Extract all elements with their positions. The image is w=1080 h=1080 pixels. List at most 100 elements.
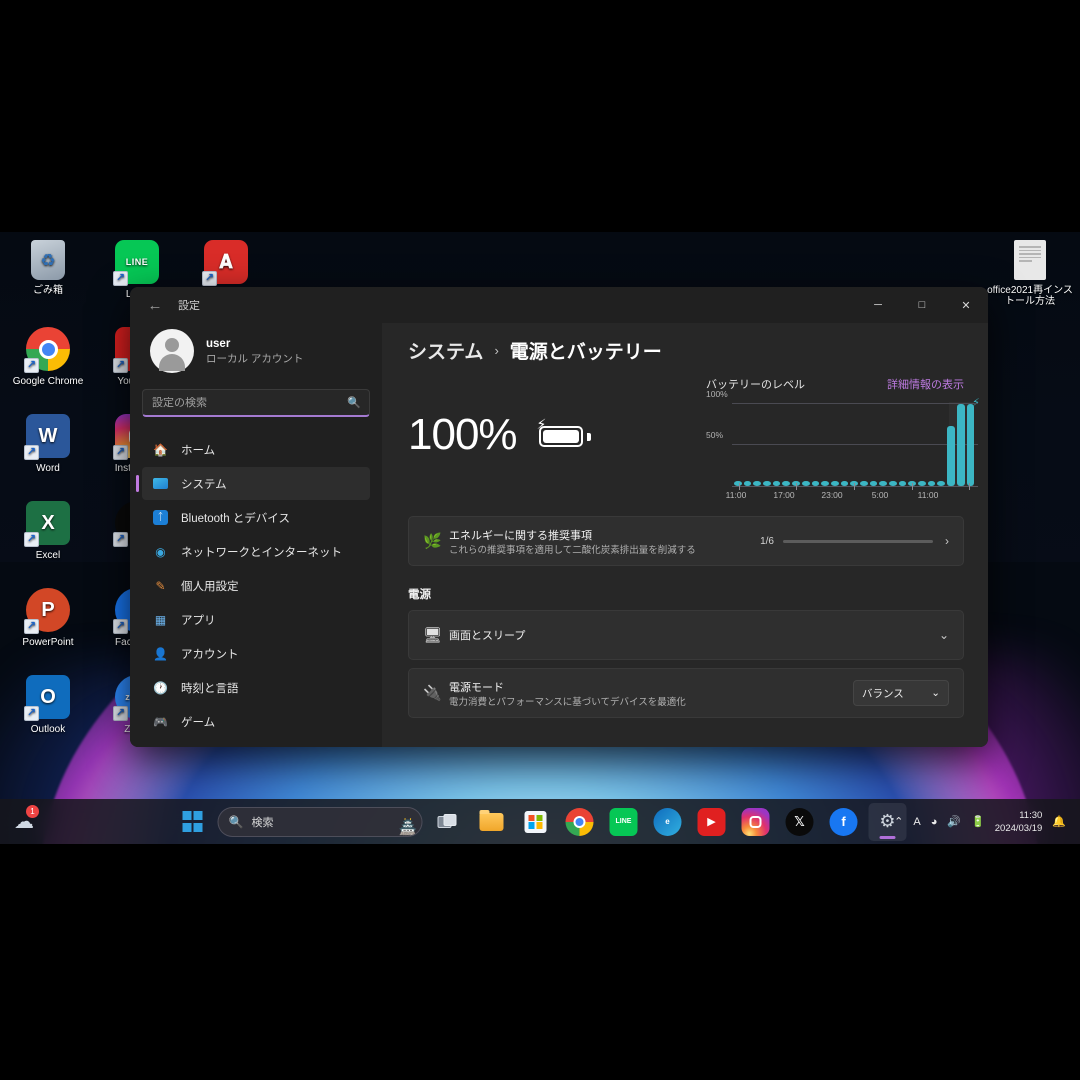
- taskbar-search-box[interactable]: 🔍 検索 🏯: [217, 806, 423, 837]
- screen-sleep-title: 画面とスリープ: [449, 630, 526, 642]
- sidebar-item-personalization[interactable]: ✎ 個人用設定: [142, 569, 370, 602]
- window-title: 設定: [178, 300, 200, 312]
- power-mode-row[interactable]: 🔌 電源モード 電力消費とパフォーマンスに基づいてデバイスを最適化 バランス ⌄: [408, 668, 964, 718]
- desktop-icon-office2021-doc[interactable]: office2021再インストール方法: [984, 240, 1076, 307]
- task-view-icon: [437, 813, 458, 830]
- start-button[interactable]: [174, 803, 212, 841]
- shortcut-overlay-icon: ↗: [24, 445, 39, 460]
- sidebar-item-system[interactable]: システム: [136, 467, 370, 500]
- bluetooth-icon: ᛏ: [152, 509, 169, 526]
- sidebar-item-home[interactable]: 🏠 ホーム: [142, 433, 370, 466]
- power-section-title: 電源: [408, 589, 431, 601]
- clock-date: 2024/03/19: [994, 822, 1043, 834]
- energy-recommendations-card[interactable]: 🌿 エネルギーに関する推奨事項 これらの推奨事項を適用して二酸化炭素排出量を削減…: [408, 516, 964, 566]
- close-button[interactable]: ✕: [944, 287, 988, 323]
- screen-and-sleep-row[interactable]: 🖥 画面とスリープ ⌄: [408, 610, 964, 660]
- taskbar-item-file-explorer[interactable]: [473, 803, 511, 841]
- shortcut-overlay-icon: ↗: [113, 706, 128, 721]
- window-titlebar[interactable]: ← 設定 ─ □ ✕: [130, 287, 988, 323]
- excel-icon: X ↗: [24, 501, 70, 547]
- shortcut-overlay-icon: ↗: [24, 706, 39, 721]
- view-details-link[interactable]: 詳細情報の表示: [887, 376, 964, 392]
- sidebar-item-label: 個人用設定: [181, 580, 239, 593]
- chart-xtick-label: 5:00: [871, 490, 889, 500]
- chart-bar: [956, 404, 965, 486]
- chevron-down-icon[interactable]: ⌄: [939, 628, 949, 642]
- shortcut-overlay-icon: ↗: [24, 358, 39, 373]
- sidebar-item-bluetooth-devices[interactable]: ᛏ Bluetooth とデバイス: [142, 501, 370, 534]
- desktop-icon-excel[interactable]: X ↗ Excel: [2, 501, 94, 561]
- sidebar-item-time-language[interactable]: 🕐 時刻と言語: [142, 671, 370, 704]
- line-icon: LINE: [609, 807, 638, 836]
- account-block[interactable]: user ローカル アカウント: [142, 323, 370, 387]
- network-icon: ◉: [155, 544, 166, 559]
- desktop-icon-outlook[interactable]: O ↗ Outlook: [2, 675, 94, 735]
- sidebar-item-label: アカウント: [181, 648, 239, 661]
- chart-x-axis: [732, 486, 978, 487]
- energy-progress-track: [783, 539, 933, 543]
- taskbar-item-instagram[interactable]: [737, 803, 775, 841]
- windows-start-icon: [182, 811, 203, 832]
- desktop-icon-powerpoint[interactable]: P ↗ PowerPoint: [2, 588, 94, 648]
- back-button[interactable]: ←: [138, 290, 172, 320]
- chevron-down-icon: ⌄: [931, 687, 940, 699]
- sidebar-item-label: Bluetooth とデバイス: [181, 512, 290, 525]
- power-mode-dropdown[interactable]: バランス ⌄: [853, 680, 949, 706]
- desktop-icon-recycle-bin[interactable]: ♻ ごみ箱: [2, 240, 94, 296]
- chevron-right-icon: ›: [494, 343, 499, 358]
- power-mode-title: 電源モード: [449, 681, 504, 694]
- apps-icon: ▦: [154, 612, 167, 627]
- taskbar-item-edge[interactable]: e: [649, 803, 687, 841]
- taskbar-item-line[interactable]: LINE: [605, 803, 643, 841]
- chart-tick: [854, 483, 855, 490]
- chart-xtick-label: 11:00: [725, 490, 747, 500]
- desktop-icon-google-chrome[interactable]: ↗ Google Chrome: [2, 327, 94, 387]
- wifi-icon[interactable]: ◕: [931, 816, 938, 828]
- settings-gear-icon: ⚙: [879, 811, 896, 831]
- taskbar: ☁ 1 🔍 検索 🏯 LINE e ▶ 𝕏 f ⚙ ⌃ A ◕ 🔊 🔋 11:3…: [0, 799, 1080, 844]
- accounts-icon: 👤: [153, 646, 168, 661]
- taskbar-item-facebook[interactable]: f: [825, 803, 863, 841]
- search-icon: 🔍: [228, 814, 244, 829]
- search-input[interactable]: [143, 396, 369, 409]
- settings-window[interactable]: ← 設定 ─ □ ✕ user ローカル アカウント 設定の検索 🔍 🏠 ホーム…: [130, 287, 988, 747]
- taskbar-item-youtube[interactable]: ▶: [693, 803, 731, 841]
- settings-search-box[interactable]: 🔍: [142, 389, 370, 417]
- desktop-icon-label: ごみ箱: [33, 285, 63, 296]
- taskbar-item-microsoft-store[interactable]: [517, 803, 555, 841]
- window-controls: ─ □ ✕: [856, 287, 988, 323]
- chart-tick: [911, 483, 913, 490]
- chart-xtick-label: 11:00: [917, 490, 939, 500]
- sidebar-item-label: システム: [181, 478, 227, 491]
- breadcrumb: システム › 電源とバッテリー: [408, 337, 964, 364]
- chart-tick: [969, 483, 971, 490]
- desktop-icon-label: Outlook: [30, 724, 66, 735]
- ime-indicator[interactable]: A: [913, 816, 920, 828]
- minimize-button[interactable]: ─: [856, 287, 900, 323]
- chart-bars: [734, 402, 975, 486]
- laptop-screen: ♻ ごみ箱 ↗ Google Chrome W ↗ Word X ↗ Excel…: [0, 232, 1080, 844]
- chart-plot-area: ⚡ 100% 50%: [706, 389, 980, 490]
- taskbar-item-google-chrome[interactable]: [561, 803, 599, 841]
- sidebar-item-gaming[interactable]: 🎮 ゲーム: [142, 705, 370, 738]
- taskbar-search-placeholder: 検索: [251, 816, 274, 829]
- sidebar-item-network-internet[interactable]: ◉ ネットワークとインターネット: [142, 535, 370, 568]
- chevron-right-icon[interactable]: ›: [945, 534, 949, 548]
- bell-icon[interactable]: 🔔: [1052, 815, 1066, 828]
- taskbar-item-settings[interactable]: ⚙: [868, 802, 907, 841]
- desktop-icon-word[interactable]: W ↗ Word: [2, 414, 94, 474]
- taskbar-center-group: 🔍 検索 🏯 LINE e ▶ 𝕏 f ⚙: [174, 802, 907, 841]
- sidebar-item-apps[interactable]: ▦ アプリ: [142, 603, 370, 636]
- taskbar-weather-widget[interactable]: ☁ 1: [14, 805, 39, 834]
- edge-icon: e: [653, 807, 682, 836]
- speaker-icon[interactable]: 🔊: [947, 815, 961, 828]
- sidebar-item-accounts[interactable]: 👤 アカウント: [142, 637, 370, 670]
- chart-bar: [947, 426, 955, 486]
- battery-icon[interactable]: 🔋: [971, 815, 985, 828]
- breadcrumb-parent[interactable]: システム: [408, 337, 483, 364]
- desktop-icon-label: Google Chrome: [12, 376, 84, 387]
- clock[interactable]: 11:30 2024/03/19: [995, 809, 1043, 835]
- taskbar-item-x[interactable]: 𝕏: [781, 803, 819, 841]
- maximize-button[interactable]: □: [900, 287, 944, 323]
- taskbar-item-task-view[interactable]: [429, 803, 467, 841]
